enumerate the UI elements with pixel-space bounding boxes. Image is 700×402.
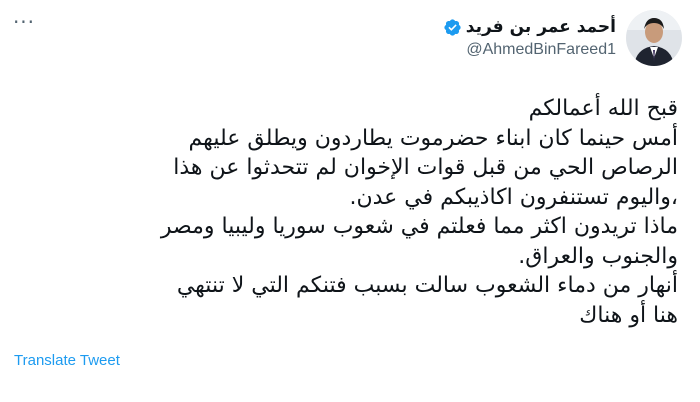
author-handle[interactable]: @AhmedBinFareed1: [466, 41, 616, 59]
display-name-row: أحمد عمر بن فريد: [443, 17, 616, 37]
tweet-line: الرصاص الحي من قبل قوات الإخوان لم تتحدث…: [173, 155, 678, 180]
avatar[interactable]: [626, 10, 682, 66]
tweet-line: ،واليوم تستنفرون اكاذيبكم في عدن.: [349, 184, 678, 210]
translate-tweet-link[interactable]: Translate Tweet: [14, 352, 120, 369]
tweet-card: ··· أحمد عمر بن فريد @AhmedBinFareed1 قب…: [0, 0, 700, 402]
avatar-image: [626, 10, 682, 66]
verified-badge-icon: [444, 18, 461, 36]
tweet-line: والجنوب والعراق.: [518, 243, 678, 269]
tweet-line: أنهار من دماء الشعوب سالت بسبب فتنكم الت…: [176, 273, 678, 298]
more-options-button[interactable]: ···: [10, 12, 38, 32]
tweet-author: أحمد عمر بن فريد @AhmedBinFareed1: [443, 10, 682, 66]
tweet-line: ماذا تريدون اكثر مما فعلتم في شعوب سوريا…: [160, 214, 678, 239]
author-names: أحمد عمر بن فريد @AhmedBinFareed1: [443, 17, 616, 59]
tweet-line: أمس حينما كان ابناء حضرموت يطاردون ويطلق…: [188, 125, 678, 151]
tweet-line: قبح الله أعمالكم: [528, 96, 678, 121]
tweet-line: هنا أو هناك: [579, 302, 678, 328]
tweet-text: قبح الله أعمالكم أمس حينما كان ابناء حضر…: [8, 94, 678, 330]
more-horizontal-icon: ···: [12, 10, 36, 34]
display-name[interactable]: أحمد عمر بن فريد: [466, 17, 616, 37]
